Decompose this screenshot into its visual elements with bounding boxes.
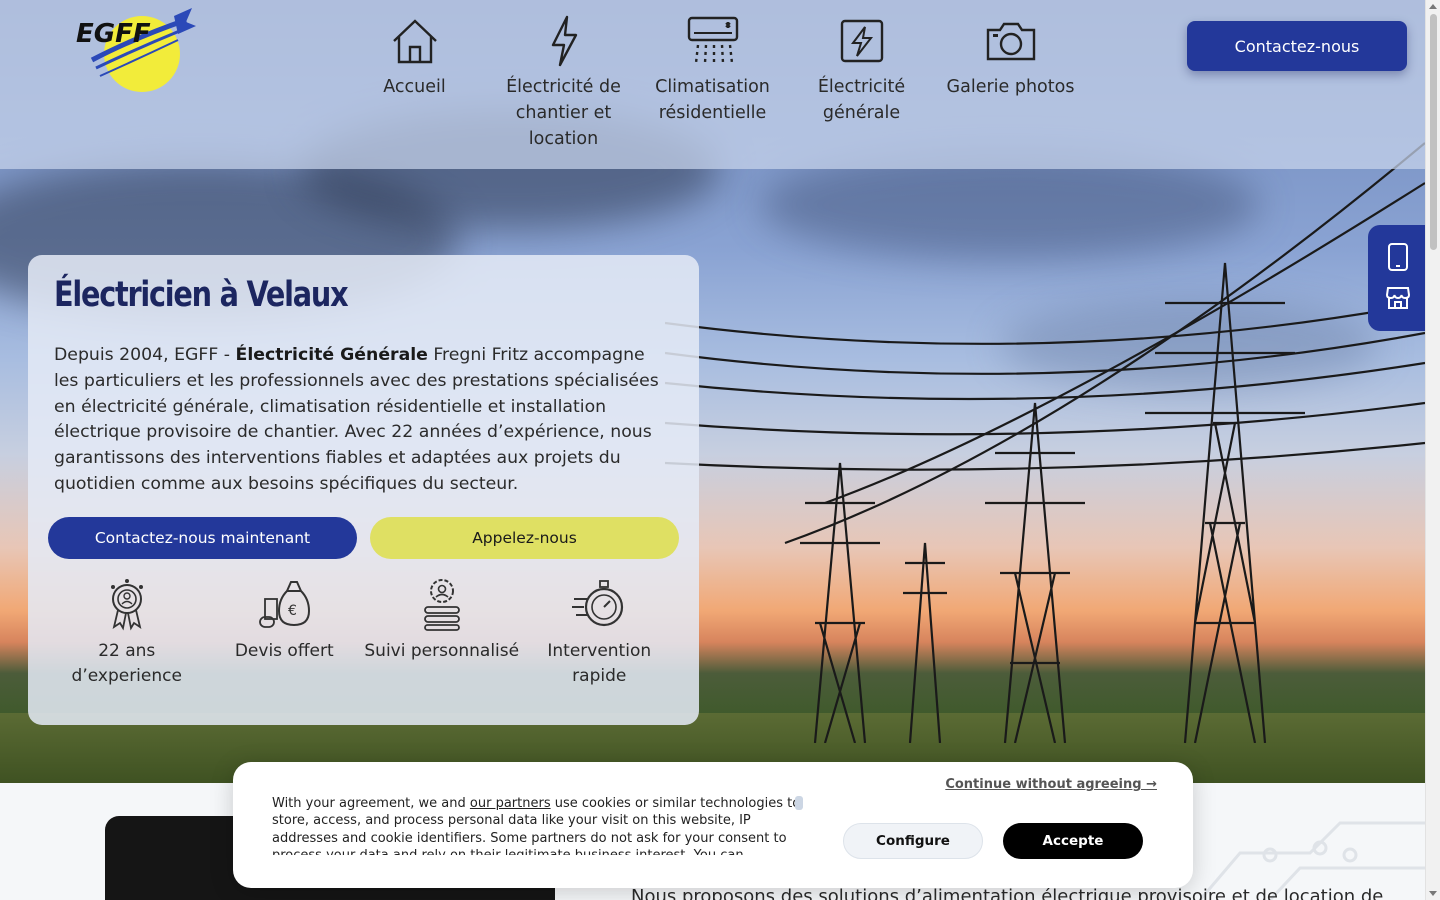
feature-label: 22 ans d’experience xyxy=(71,641,182,686)
support-icon xyxy=(423,579,460,631)
camera-icon xyxy=(984,14,1038,68)
nav-item-galerie[interactable]: Galerie photos xyxy=(936,14,1085,152)
page-title: Électricien à Velaux xyxy=(54,275,349,315)
services-intro-text: Nous proposons des solutions d’alimentat… xyxy=(631,886,1384,900)
svg-text:EGFF: EGFF xyxy=(76,19,151,49)
features-row: 22 ans d’experience € Devis offert Suivi… xyxy=(48,577,678,689)
scroll-down-icon[interactable] xyxy=(1429,891,1437,896)
hero-card: Électricien à Velaux Depuis 2004, EGFF -… xyxy=(28,255,699,725)
nav-label: Climatisation résidentielle xyxy=(655,77,770,123)
svg-text:€: € xyxy=(288,603,297,619)
nav-label: Électricité de chantier et location xyxy=(506,77,621,149)
nav-item-climatisation[interactable]: Climatisation résidentielle xyxy=(638,14,787,152)
nav-label: Galerie photos xyxy=(946,77,1075,97)
nav-item-accueil[interactable]: Accueil xyxy=(340,14,489,152)
contact-button[interactable]: Contactez-nous xyxy=(1187,21,1407,71)
air-conditioner-icon xyxy=(686,14,740,68)
house-icon xyxy=(388,14,442,68)
main-nav: Accueil Électricité de chantier et locat… xyxy=(340,14,1085,152)
egff-logo[interactable]: EGFF xyxy=(74,8,200,92)
accept-button[interactable]: Accepte xyxy=(1003,823,1143,859)
nav-label: Électricité générale xyxy=(817,77,906,123)
nav-item-electricite-chantier[interactable]: Électricité de chantier et location xyxy=(489,14,638,152)
cookie-text: With your agreement, we and our partners… xyxy=(272,796,801,855)
page-scrollbar[interactable] xyxy=(1425,0,1440,900)
nav-label: Accueil xyxy=(383,77,446,97)
feature-devis: € Devis offert xyxy=(206,577,364,689)
cookie-banner: Continue without agreeing → With your ag… xyxy=(233,762,1193,888)
feature-label: Devis offert xyxy=(234,641,334,661)
site-header: EGFF Accueil Électricité de chantier et … xyxy=(0,0,1425,169)
store-icon[interactable] xyxy=(1385,286,1411,314)
scroll-up-icon[interactable] xyxy=(1429,4,1437,9)
feature-suivi: Suivi personnalisé xyxy=(363,577,521,689)
feature-intervention: Intervention rapide xyxy=(521,577,679,689)
phone-icon[interactable] xyxy=(1387,242,1409,276)
nav-item-electricite-generale[interactable]: Électricité générale xyxy=(787,14,936,152)
power-towers-image xyxy=(665,142,1425,743)
feature-label: Suivi personnalisé xyxy=(364,641,520,661)
feature-label: Intervention rapide xyxy=(547,641,652,686)
call-us-button[interactable]: Appelez-nous xyxy=(370,517,679,559)
partners-link[interactable]: our partners xyxy=(470,796,551,811)
contact-now-button[interactable]: Contactez-nous maintenant xyxy=(48,517,357,559)
award-icon xyxy=(110,579,143,631)
continue-without-agreeing-link[interactable]: Continue without agreeing → xyxy=(945,777,1157,792)
circuit-decoration xyxy=(1198,821,1425,900)
feature-experience: 22 ans d’experience xyxy=(48,577,206,689)
configure-button[interactable]: Configure xyxy=(843,823,983,859)
lightning-icon xyxy=(537,14,591,68)
side-contact-tab xyxy=(1368,225,1428,331)
cookie-text-scrollbar[interactable] xyxy=(795,796,803,810)
stopwatch-icon xyxy=(572,580,624,627)
scrollbar-thumb[interactable] xyxy=(1430,14,1437,250)
electric-panel-icon xyxy=(835,14,889,68)
hero-description: Depuis 2004, EGFF - Électricité Générale… xyxy=(54,345,659,494)
money-bag-icon: € xyxy=(259,581,311,628)
